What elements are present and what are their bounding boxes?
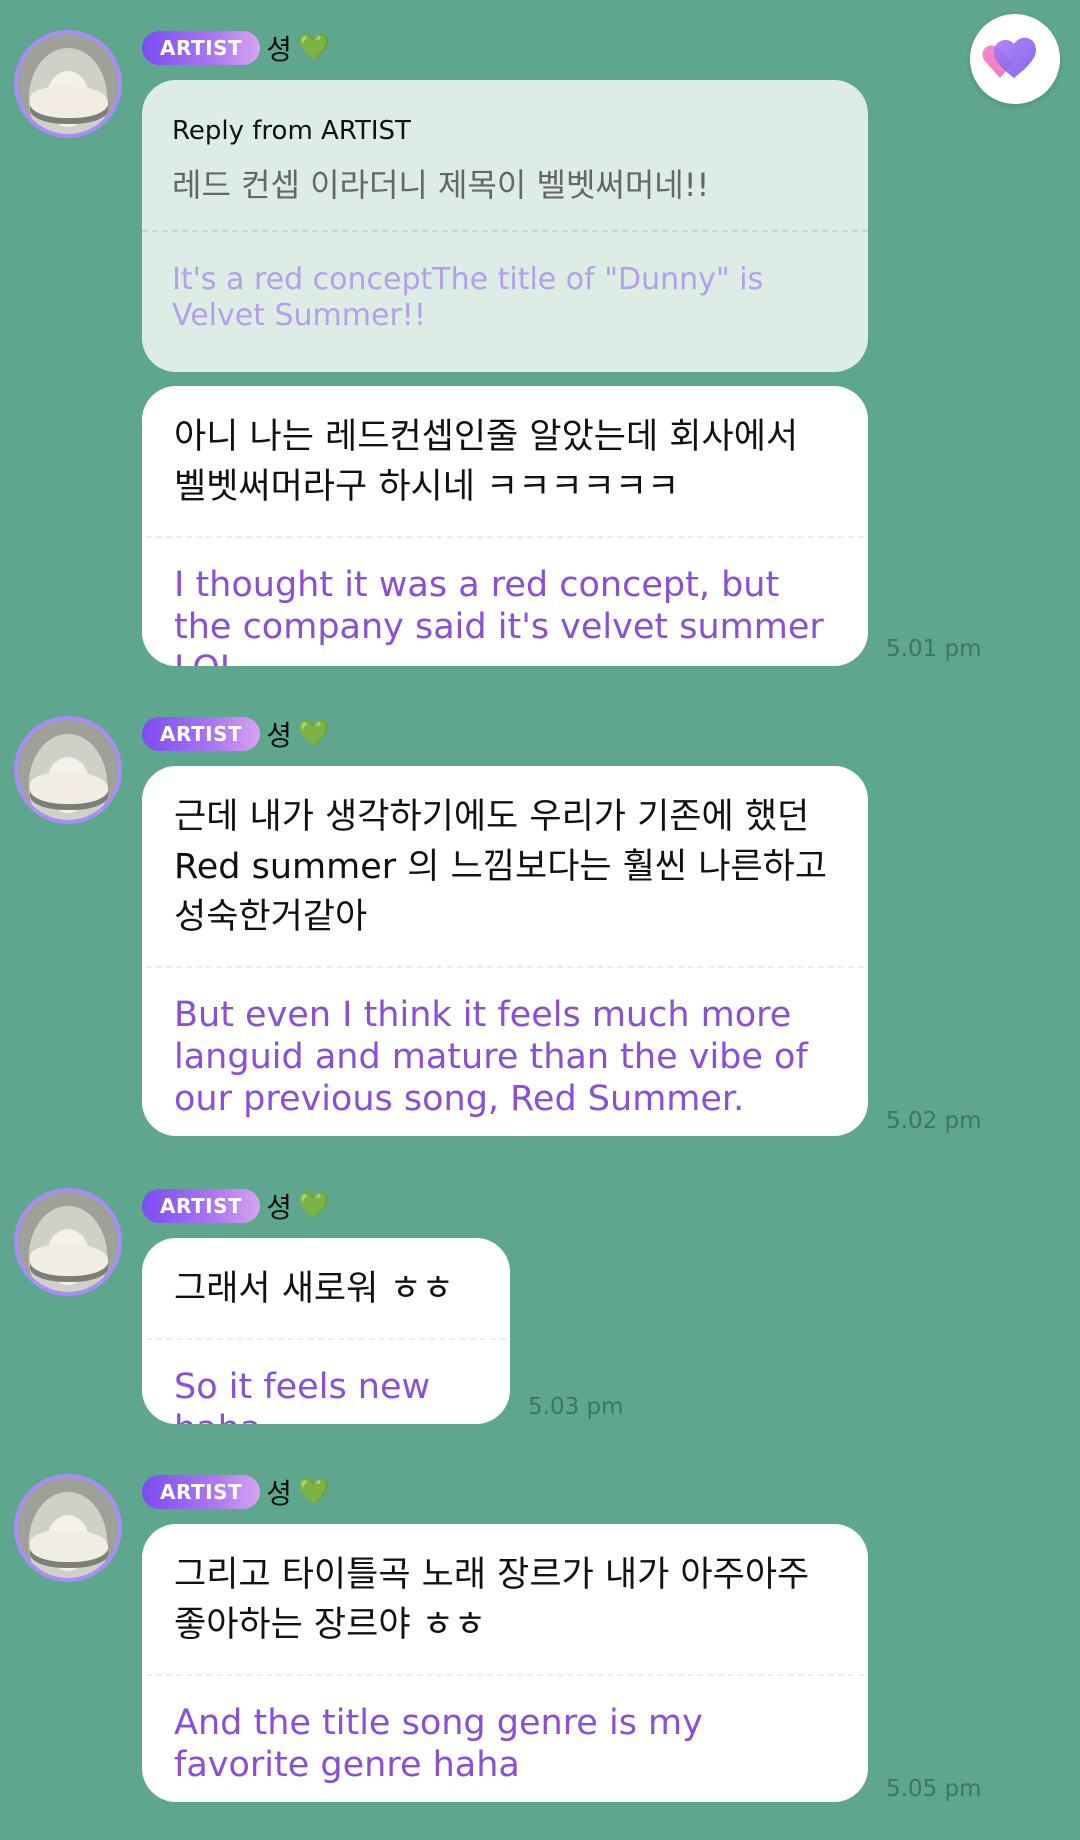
message-text: 근데 내가 생각하기에도 우리가 기존에 했던 Red summer 의 느낌보… (174, 797, 828, 937)
message-translation: And the title song genre is my favorite … (174, 1703, 703, 1785)
message-translation: But even I think it feels much more lang… (174, 995, 808, 1119)
reply-translation-text: It's a red conceptThe title of "Dunny" i… (172, 262, 764, 333)
artist-badge: ARTIST (142, 1189, 261, 1223)
message-bubble[interactable]: 그래서 새로워 ㅎㅎ So it feels new haha (142, 1238, 510, 1424)
green-heart-icon: 💚 (297, 33, 331, 63)
avatar[interactable] (14, 30, 122, 138)
message-text: 그래서 새로워 ㅎㅎ (174, 1269, 454, 1309)
sender-row: ARTIST 셩 💚 (142, 30, 330, 66)
message-time: 5.03 pm (528, 1394, 624, 1420)
sender-name: 셩 (266, 1477, 292, 1510)
sender-row: ARTIST 셩 💚 (142, 1474, 330, 1510)
green-heart-icon: 💚 (297, 1477, 331, 1507)
avatar[interactable] (14, 1474, 122, 1582)
artist-badge: ARTIST (142, 31, 261, 65)
message-bubble[interactable]: 그리고 타이틀곡 노래 장르가 내가 아주아주 좋아하는 장르야 ㅎㅎ And … (142, 1524, 868, 1802)
message-bubble[interactable]: 아니 나는 레드컨셉인줄 알았는데 회사에서 벨벳써머라구 하시네 ㅋㅋㅋㅋㅋㅋ… (142, 386, 868, 666)
artist-badge: ARTIST (142, 717, 261, 751)
green-heart-icon: 💚 (297, 719, 331, 749)
avatar[interactable] (14, 1188, 122, 1296)
sender-row: ARTIST 셩 💚 (142, 716, 330, 752)
sender-name: 셩 (266, 719, 292, 752)
sender-name: 셩 (266, 33, 292, 66)
message-text: 아니 나는 레드컨셉인줄 알았는데 회사에서 벨벳써머라구 하시네 ㅋㅋㅋㅋㅋㅋ (174, 417, 799, 507)
artist-badge: ARTIST (142, 1475, 261, 1509)
sender-row: ARTIST 셩 💚 (142, 1188, 330, 1224)
message-bubble[interactable]: 근데 내가 생각하기에도 우리가 기존에 했던 Red summer 의 느낌보… (142, 766, 868, 1136)
heart-fab-button[interactable] (970, 14, 1060, 104)
message-time: 5.02 pm (886, 1108, 982, 1134)
green-heart-icon: 💚 (297, 1191, 331, 1221)
message-time: 5.01 pm (886, 636, 982, 662)
reply-original-text: 레드 컨셉 이라더니 제목이 벨벳써머네!! (172, 166, 710, 204)
sender-name: 셩 (266, 1191, 292, 1224)
avatar[interactable] (14, 716, 122, 824)
heart-icon (982, 37, 1036, 78)
message-time: 5.05 pm (886, 1776, 982, 1802)
message-translation: I thought it was a red concept, but the … (174, 565, 824, 666)
message-translation: So it feels new haha (174, 1367, 431, 1424)
reply-label: Reply from ARTIST (172, 116, 411, 146)
reply-bubble[interactable]: Reply from ARTIST 레드 컨셉 이라더니 제목이 벨벳써머네!!… (142, 80, 868, 372)
message-text: 그리고 타이틀곡 노래 장르가 내가 아주아주 좋아하는 장르야 ㅎㅎ (174, 1555, 810, 1645)
